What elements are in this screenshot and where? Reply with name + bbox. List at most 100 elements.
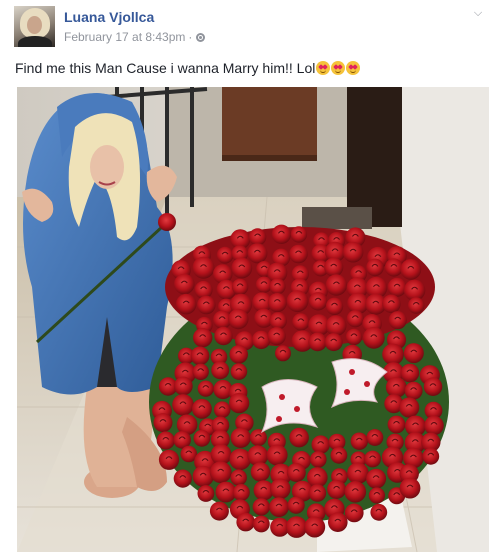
rose-bloom: [197, 485, 215, 502]
rose-bloom: [252, 498, 270, 516]
rose-bloom: [192, 363, 209, 380]
rose-bloom: [230, 427, 251, 448]
rose-bloom: [252, 515, 270, 533]
rose-bloom: [252, 330, 271, 350]
author-name-link[interactable]: Luana Vjollca: [64, 9, 154, 25]
rose-bloom: [344, 503, 364, 523]
rose-bloom: [382, 343, 404, 366]
rose-bloom: [308, 484, 327, 502]
rose-bloom: [387, 277, 407, 297]
rose-bloom: [350, 432, 368, 450]
rose-bloom: [270, 478, 291, 500]
rose-bloom: [308, 332, 327, 352]
rose-bloom: [211, 361, 230, 380]
rose-bloom: [292, 313, 310, 331]
rose-bloom: [193, 328, 213, 348]
rose-bloom: [213, 401, 231, 419]
rose-bloom: [269, 312, 287, 330]
rose-bloom: [267, 293, 287, 313]
rose-bloom: [175, 293, 197, 315]
rose-bloom: [228, 392, 250, 414]
rose-bloom: [197, 295, 216, 315]
heart-eyes-emoji-icon: [316, 61, 331, 75]
rose-bloom: [192, 398, 212, 419]
globe-icon[interactable]: [196, 32, 206, 42]
rose-bloom: [311, 435, 330, 454]
rose-bloom: [366, 258, 384, 277]
rose-bloom: [344, 481, 367, 503]
rose-bloom: [156, 431, 175, 450]
rose-bloom: [399, 477, 421, 499]
rose-bloom: [209, 501, 229, 521]
rose-bloom: [346, 310, 364, 328]
rose-bloom: [228, 308, 249, 330]
facebook-post: Luana Vjollca February 17 at 8:43pm · ⌵ …: [0, 0, 489, 552]
rose-bloom: [308, 292, 328, 311]
rose-bloom: [269, 278, 286, 295]
rose-bloom: [266, 444, 288, 466]
rose-bloom: [230, 469, 247, 486]
avatar-face: [27, 16, 42, 34]
rose-bloom: [324, 333, 343, 352]
rose-bloom: [399, 397, 420, 418]
rose-bloom: [236, 512, 255, 532]
rose-bloom: [285, 516, 308, 538]
rose-bloom: [231, 257, 253, 279]
rose-bloom: [364, 450, 381, 468]
rose-bloom: [400, 363, 420, 383]
rose-bloom: [289, 427, 309, 448]
rose-bloom: [192, 256, 215, 279]
rose-bloom: [231, 278, 249, 296]
rose-bloom: [267, 327, 286, 346]
rose-bloom: [370, 503, 388, 521]
rose-bloom: [304, 516, 326, 538]
rose-bloom: [325, 274, 348, 296]
doormat: [302, 207, 372, 229]
rose-bloom: [197, 380, 214, 397]
rose-bloom: [342, 241, 364, 263]
rose-bloom: [249, 429, 267, 447]
rose-bloom: [347, 462, 369, 485]
rose-bloom: [403, 343, 424, 364]
rose-bloom: [190, 346, 210, 366]
rose-bloom: [324, 257, 344, 277]
rose-bloom: [387, 415, 406, 434]
rose-bloom: [173, 376, 193, 396]
heart-eyes-emoji-icon: [331, 61, 346, 75]
post-photo[interactable]: [17, 87, 489, 552]
author-avatar[interactable]: [14, 6, 55, 47]
rose-bloom: [232, 484, 250, 501]
rose-bloom: [382, 294, 401, 314]
dark-doorway: [347, 87, 402, 227]
post-meta: February 17 at 8:43pm ·: [64, 30, 206, 44]
rose-bloom: [384, 258, 403, 277]
rose-bloom: [193, 429, 211, 447]
rose-bloom: [325, 297, 344, 315]
rose-bloom: [214, 326, 233, 346]
rose-bloom: [271, 224, 292, 244]
rose-bloom: [216, 246, 234, 264]
rose-bloom: [400, 259, 422, 280]
rose-bloom: [173, 469, 192, 488]
wooden-door: [222, 87, 317, 159]
rose-bloom: [286, 463, 306, 482]
rose-bloom: [325, 315, 347, 336]
heart-eyes-emoji-icon: [346, 61, 361, 75]
rose-bloom: [286, 290, 309, 313]
avatar-body: [18, 36, 52, 47]
post-timestamp-link[interactable]: February 17 at 8:43pm: [64, 30, 185, 44]
meta-separator: ·: [188, 30, 193, 44]
rose-bloom: [250, 462, 271, 482]
rose-bloom: [230, 363, 248, 380]
rose-bloom: [404, 381, 423, 400]
rose-bloom: [407, 297, 425, 314]
rose-bloom: [366, 468, 387, 489]
chevron-down-icon[interactable]: ⌵: [472, 8, 484, 19]
post-message: Find me this Man Cause i wanna Marry him…: [15, 59, 361, 77]
rose-bloom: [327, 479, 347, 499]
rose-bloom: [423, 377, 443, 397]
rose-bloom: [275, 345, 291, 362]
rose-bloom: [287, 496, 305, 514]
rose-bloom: [290, 226, 308, 243]
rose-bloom: [229, 345, 248, 364]
